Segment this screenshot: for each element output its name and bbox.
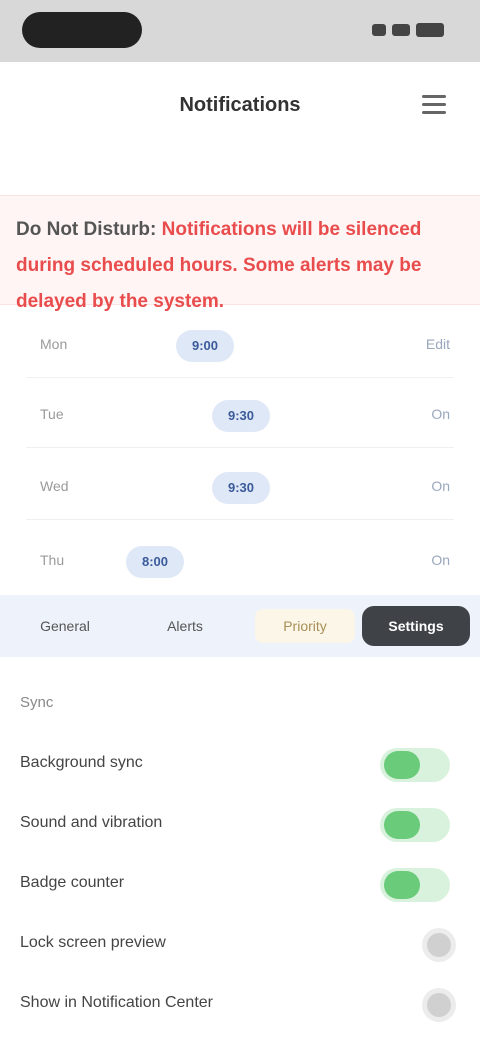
toggle-switch[interactable] (380, 748, 450, 782)
status-bar (0, 0, 480, 62)
schedule-status[interactable]: On (380, 406, 450, 422)
schedule-row[interactable]: Tue 9:30 On (0, 384, 480, 448)
setting-row-lock-screen: Lock screen preview (0, 914, 480, 974)
schedule-row[interactable]: Mon 9:00 Edit (0, 314, 480, 378)
setting-row-notification-center: Show in Notification Center (0, 974, 480, 1034)
schedule-time-pill[interactable]: 9:00 (176, 330, 234, 362)
setting-row-background-sync: Background sync (0, 734, 480, 794)
setting-row-sound: Sound and vibration (0, 794, 480, 854)
schedule-day: Thu (40, 552, 65, 568)
toggle-switch[interactable] (380, 808, 450, 842)
setting-label: Show in Notification Center (20, 994, 213, 1011)
setting-label: Badge counter (20, 874, 125, 891)
schedule-time-pill[interactable]: 9:30 (212, 400, 270, 432)
schedule-status[interactable]: On (380, 478, 450, 494)
toggle-switch[interactable] (380, 868, 450, 902)
status-icons (354, 22, 444, 38)
schedule-day: Tue (40, 406, 64, 422)
section-header: Sync (20, 694, 54, 711)
toggle-knob (384, 811, 420, 839)
toggle-knob (384, 751, 420, 779)
schedule-status[interactable]: On (380, 552, 450, 568)
warning-banner: Do Not Disturb: Notifications will be si… (0, 195, 480, 312)
schedule-time-pill[interactable]: 9:30 (212, 472, 270, 504)
schedule-row[interactable]: Thu 8:00 On (0, 530, 480, 594)
header: Notifications (0, 62, 480, 158)
schedule-row[interactable]: Wed 9:30 On (0, 456, 480, 520)
divider (26, 447, 454, 448)
status-time-pill (22, 12, 142, 48)
toggle-switch[interactable] (422, 988, 456, 1022)
battery-icon (416, 23, 444, 37)
settings-list: Sync Background sync Sound and vibration… (0, 670, 480, 1040)
tab-priority[interactable]: Priority (255, 609, 355, 643)
setting-label: Sound and vibration (20, 814, 163, 831)
tab-alerts[interactable]: Alerts (140, 609, 230, 643)
setting-label: Lock screen preview (20, 934, 166, 951)
tab-general[interactable]: General (20, 609, 110, 643)
toggle-knob (427, 993, 451, 1017)
schedule-time-pill[interactable]: 8:00 (126, 546, 184, 578)
banner-label: Do Not Disturb: (16, 219, 157, 240)
divider (26, 519, 454, 520)
setting-label: Background sync (20, 754, 143, 771)
page-title: Notifications (179, 94, 301, 116)
schedule-day: Wed (40, 478, 69, 494)
toggle-knob (427, 933, 451, 957)
wifi-icon (392, 24, 410, 36)
setting-row-badge: Badge counter (0, 854, 480, 914)
menu-icon[interactable] (422, 92, 446, 116)
tab-bar: General Alerts Priority Settings (0, 595, 480, 657)
toggle-knob (384, 871, 420, 899)
schedule-day: Mon (40, 336, 68, 352)
signal-icon (372, 24, 386, 36)
tab-settings[interactable]: Settings (362, 606, 470, 646)
schedule-status[interactable]: Edit (380, 336, 450, 352)
schedule-list: Mon 9:00 Edit Tue 9:30 On Wed 9:30 On Th… (0, 310, 480, 600)
divider (26, 377, 454, 378)
toggle-switch[interactable] (422, 928, 456, 962)
